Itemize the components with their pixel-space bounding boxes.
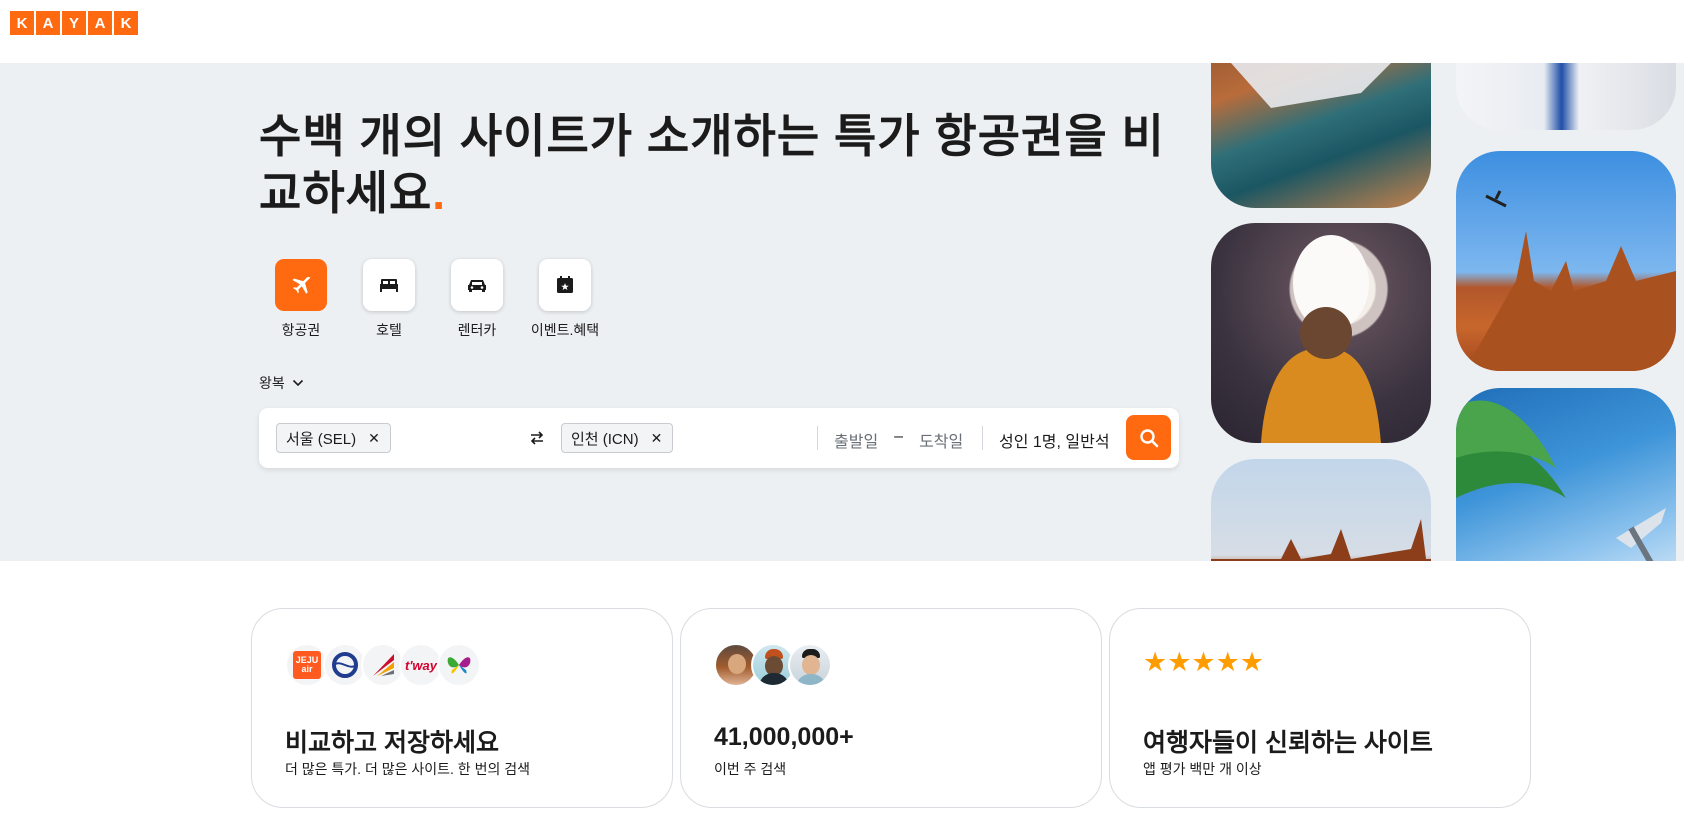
card-subtitle: 앱 평가 백만 개 이상	[1143, 761, 1262, 777]
vertical-flights[interactable]: 항공권	[275, 259, 327, 340]
butterfly-logo	[437, 643, 481, 687]
card-title: 비교하고 저장하세요	[285, 729, 499, 757]
date-separator: –	[894, 428, 904, 445]
kayak-logo[interactable]: K A Y A K	[10, 11, 138, 35]
logo-letter: K	[10, 11, 34, 35]
vertical-nav: 항공권 호텔 렌터카 이벤트.혜택	[275, 259, 599, 340]
jeju-air-logo-mark: JEJU air	[293, 651, 321, 679]
canyon-river-photo	[1211, 63, 1431, 208]
origin-chip[interactable]: 서울 (SEL) ✕	[276, 423, 391, 453]
headline-dot: .	[432, 167, 447, 219]
white-street-photo	[1456, 63, 1676, 130]
headline-line-2: 교하세요	[259, 167, 433, 219]
destination-value: 인천 (ICN)	[571, 430, 639, 448]
card-subtitle: 이번 주 검색	[714, 761, 787, 777]
swap-icon[interactable]	[527, 428, 547, 448]
destination-chip[interactable]: 인천 (ICN) ✕	[561, 423, 674, 453]
card-title: 여행자들이 신뢰하는 사이트	[1143, 729, 1433, 757]
vertical-events[interactable]: 이벤트.혜택	[531, 259, 599, 340]
feature-card-compare: JEJU air t'way 비교하고 저장하세요 더 많은 특가. 더 많은 …	[251, 608, 673, 808]
trip-type-dropdown[interactable]: 왕복	[259, 373, 305, 393]
desert-rock-photo	[1456, 151, 1676, 371]
star-rating: ★★★★★	[1143, 647, 1265, 677]
vertical-label: 이벤트.혜택	[530, 322, 600, 338]
remove-origin-icon[interactable]: ✕	[368, 430, 380, 447]
travelers-field[interactable]: 성인 1명, 일반석	[999, 428, 1110, 452]
child-airplane-window-photo	[1211, 223, 1431, 443]
date-range-field[interactable]: 출발일 – 도착일	[834, 428, 963, 452]
return-date-field[interactable]: 도착일	[919, 428, 963, 452]
origin-value: 서울 (SEL)	[286, 430, 357, 448]
user-avatars	[714, 643, 832, 687]
vertical-cars[interactable]: 렌터카	[451, 259, 503, 340]
airline-logos: JEJU air t'way	[285, 643, 481, 687]
card-title: 41,000,000+	[714, 723, 854, 751]
desert-sunset-photo	[1211, 459, 1431, 561]
flight-search-bar: 서울 (SEL) ✕ 인천 (ICN) ✕ 출발일 – 도착일 성인 1명, 일…	[259, 408, 1179, 468]
search-button[interactable]	[1126, 415, 1171, 460]
vertical-label: 호텔	[376, 322, 402, 338]
page-title: 수백 개의 사이트가 소개하는 특가 항공권을 비 교하세요.	[259, 108, 1179, 222]
plane-icon	[275, 259, 327, 311]
feature-card-trusted: ★★★★★ 여행자들이 신뢰하는 사이트 앱 평가 백만 개 이상	[1109, 608, 1531, 808]
feature-card-searches: 41,000,000+ 이번 주 검색	[680, 608, 1102, 808]
trip-type-label: 왕복	[259, 375, 285, 391]
vertical-label: 렌터카	[457, 322, 497, 338]
chevron-down-icon	[292, 379, 303, 387]
logo-letter: A	[36, 11, 60, 35]
logo-letter: Y	[62, 11, 86, 35]
search-icon	[1139, 428, 1158, 447]
hero-section: 수백 개의 사이트가 소개하는 특가 항공권을 비 교하세요. 항공권 호텔 렌…	[0, 63, 1684, 561]
vertical-hotels[interactable]: 호텔	[363, 259, 415, 340]
logo-letter: K	[114, 11, 138, 35]
headline-line-1: 수백 개의 사이트가 소개하는 특가 항공권을 비	[259, 110, 1165, 162]
palm-airplane-photo	[1456, 388, 1676, 561]
divider	[817, 426, 818, 450]
card-subtitle: 더 많은 특가. 더 많은 사이트. 한 번의 검색	[285, 761, 530, 777]
vertical-label: 항공권	[281, 322, 321, 338]
depart-date-field[interactable]: 출발일	[834, 428, 878, 452]
car-icon	[451, 259, 503, 311]
avatar	[788, 643, 832, 687]
top-bar: K A Y A K	[0, 0, 1684, 63]
logo-letter: A	[88, 11, 112, 35]
remove-destination-icon[interactable]: ✕	[651, 430, 663, 447]
bed-icon	[363, 259, 415, 311]
calendar-star-icon	[539, 259, 591, 311]
divider	[982, 426, 983, 450]
